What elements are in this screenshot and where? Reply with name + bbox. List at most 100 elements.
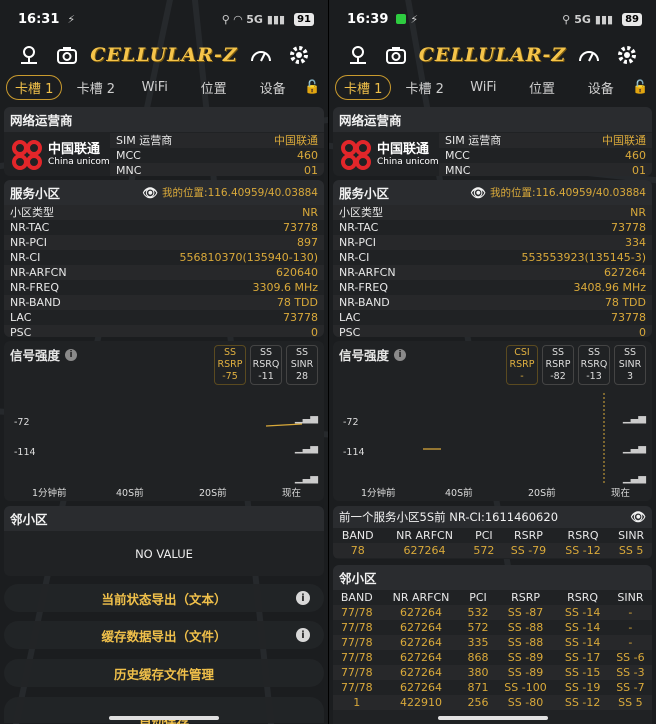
metric-ss-rsrp[interactable]: SS RSRP -82 [542, 345, 574, 385]
kv-row: NR-PCI 897 [4, 235, 324, 250]
info-icon[interactable]: i [394, 348, 407, 361]
kv-row: MCC 460 [445, 148, 646, 162]
operator-title: 网络运营商 [333, 107, 652, 132]
export-status-text-button[interactable]: 当前状态导出（文本） i [4, 584, 324, 612]
metric-ss-rsrq[interactable]: SS RSRQ -11 [250, 345, 282, 385]
table-row: 77/78 627264 532 SS -87 SS -14- [333, 605, 652, 620]
unicom-knot-icon [12, 140, 42, 170]
logo-cn: 中国联通 [377, 142, 430, 157]
tab-location[interactable]: 位置 [184, 78, 243, 97]
status-time: 16:31 [18, 11, 60, 27]
signal-card: 信号强度 i SS RSRP -75 SS RSRQ -11 SS SINR 28 -72 -… [4, 341, 324, 501]
home-indicator[interactable] [437, 716, 548, 720]
map-pin-icon[interactable] [345, 42, 371, 68]
history-cache-manager-button[interactable]: 历史缓存文件管理 [4, 659, 324, 687]
lock-icon[interactable]: 🔓 [302, 80, 322, 95]
serving-cell-card: 服务小区 👁 我的位置:116.40959/40.03884 小区类型 NR NR… [4, 180, 324, 337]
neighbor-card: 邻小区 NO VALUE [4, 506, 324, 576]
serving-cell-card: 服务小区 👁 我的位置:116.40959/40.03884 小区类型 NR NR… [333, 180, 652, 337]
mid-signal-icon: ▁▃▅ [294, 443, 318, 454]
kv-row: SIM 运营商 中国联通 [439, 133, 652, 148]
eye-icon[interactable]: 👁 [630, 509, 646, 525]
gear-icon[interactable] [286, 42, 312, 68]
signal-bars-icon: ▮▮▮ [594, 12, 614, 26]
left-screen: 16:31 ⚡ ⚲ ◠ 5G ▮▮▮ 91 CELLULAR-Z 卡槽 1 卡槽… [0, 0, 328, 724]
info-icon[interactable]: i [296, 628, 310, 642]
right-screen: 16:39 ⚡ ⚲ 5G ▮▮▮ 89 CELLULAR-Z 卡槽 1 卡槽 2… [328, 0, 656, 724]
status-bar: 16:31 ⚡ ⚲ ◠ 5G ▮▮▮ 91 [0, 0, 328, 38]
tab-slot-1[interactable]: 卡槽 1 [335, 74, 392, 100]
unicom-knot-icon [341, 140, 371, 170]
table-row: 77/78 627264 380 SS -89 SS -15 SS -3 [333, 665, 652, 680]
x-tick: 20S前 [528, 488, 556, 499]
speedometer-icon[interactable] [248, 42, 274, 68]
metric-ss-rsrp[interactable]: SS RSRP -75 [214, 345, 246, 385]
neighbor-title: 邻小区 [4, 506, 324, 531]
unicom-logo: 中国联通 China unicom [4, 138, 110, 172]
speedometer-icon[interactable] [576, 42, 602, 68]
x-tick: 20S前 [199, 488, 227, 499]
eye-icon[interactable]: 👁 [470, 185, 486, 201]
tab-slot-2[interactable]: 卡槽 2 [395, 78, 454, 97]
logo-en: China unicom [377, 157, 439, 167]
y-tick: -114 [14, 447, 36, 458]
kv-row: NR-FREQ 3309.6 MHz [10, 281, 318, 294]
y-tick: -72 [343, 417, 359, 428]
table-row: 77/78 627264 868 SS -89 SS -17 SS -6 [340, 651, 645, 664]
map-pin-icon[interactable] [16, 42, 42, 68]
signal-title: 信号强度 [339, 348, 390, 363]
lock-icon[interactable]: 🔓 [630, 80, 650, 95]
camera-icon[interactable] [383, 42, 409, 68]
tab-wifi[interactable]: WiFi [125, 80, 184, 95]
kv-row: LAC 73778 [339, 311, 646, 324]
status-bar: 16:39 ⚡ ⚲ 5G ▮▮▮ 89 [329, 0, 656, 38]
operator-card: 网络运营商 中国联通 China unicom SIM 运营商 中国联通 MCC 4… [333, 107, 652, 176]
info-icon[interactable]: i [65, 348, 78, 361]
home-indicator[interactable] [109, 716, 219, 720]
metric-csi-rsrp[interactable]: CSI RSRP - [506, 345, 538, 385]
eye-icon[interactable]: 👁 [142, 185, 158, 201]
tab-device[interactable]: 设备 [243, 78, 302, 97]
signal-chart: -72 -114 ▁▃▅ ▁▃▅ ▁▃▅ 1分钟前 40S前 20S前 现在 [333, 389, 652, 501]
camera-icon[interactable] [54, 42, 80, 68]
kv-row: NR-TAC 73778 [339, 221, 646, 234]
tab-bar: 卡槽 1 卡槽 2 WiFi 位置 设备 🔓 [0, 72, 328, 102]
kv-row: NR-CI 553553923(135145-3) [339, 251, 646, 264]
tab-wifi[interactable]: WiFi [454, 80, 513, 95]
kv-row: NR-PCI 334 [333, 235, 652, 250]
operator-card: 网络运营商 中国联通 China unicom SIM 运营商 中国联通 MCC 4… [4, 107, 324, 176]
kv-row: NR-BAND 78 TDD [333, 295, 652, 310]
table-row: 77/78 627264 871 SS -100 SS -19 SS -7 [340, 681, 645, 694]
location-icon: ⚲ [562, 12, 571, 26]
previous-cell-table: BAND NR ARFCN PCI RSRP RSRQ SINR 78 627264 572… [333, 528, 652, 558]
my-location: 我的位置:116.40959/40.03884 [490, 187, 646, 199]
tab-device[interactable]: 设备 [571, 78, 630, 97]
tab-slot-2[interactable]: 卡槽 2 [66, 78, 125, 97]
x-tick: 1分钟前 [361, 488, 396, 499]
serving-cell-title: 服务小区 [339, 186, 390, 201]
gear-icon[interactable] [614, 42, 640, 68]
tab-slot-1[interactable]: 卡槽 1 [6, 74, 63, 100]
x-tick: 现在 [282, 488, 302, 499]
app-logo: CELLULAR-Z [418, 44, 567, 66]
table-row: 78 627264 572 SS -79 SS -12 SS 5 [333, 543, 652, 558]
charging-icon: ⚡ [67, 12, 76, 26]
network-type: 5G [574, 12, 591, 26]
export-cache-file-button[interactable]: 缓存数据导出（文件） i [4, 621, 324, 649]
kv-row: PSC 0 [333, 325, 652, 337]
y-tick: -114 [343, 447, 365, 458]
battery-level: 91 [294, 12, 314, 26]
metric-ss-sinr[interactable]: SS SINR 3 [614, 345, 646, 385]
kv-row: NR-TAC 73778 [10, 221, 318, 234]
wifi-icon: ◠ [233, 12, 243, 26]
metric-ss-sinr[interactable]: SS SINR 28 [286, 345, 318, 385]
weak-signal-icon: ▁▃▅ [294, 473, 318, 484]
operator-title: 网络运营商 [4, 107, 324, 132]
logo-en: China unicom [48, 157, 110, 167]
info-icon[interactable]: i [296, 591, 310, 605]
tab-location[interactable]: 位置 [513, 78, 572, 97]
kv-row: 小区类型 NR [333, 205, 652, 220]
serving-cell-title: 服务小区 [10, 186, 61, 201]
metric-ss-rsrq[interactable]: SS RSRQ -13 [578, 345, 610, 385]
strong-signal-icon: ▁▃▅ [622, 413, 646, 424]
